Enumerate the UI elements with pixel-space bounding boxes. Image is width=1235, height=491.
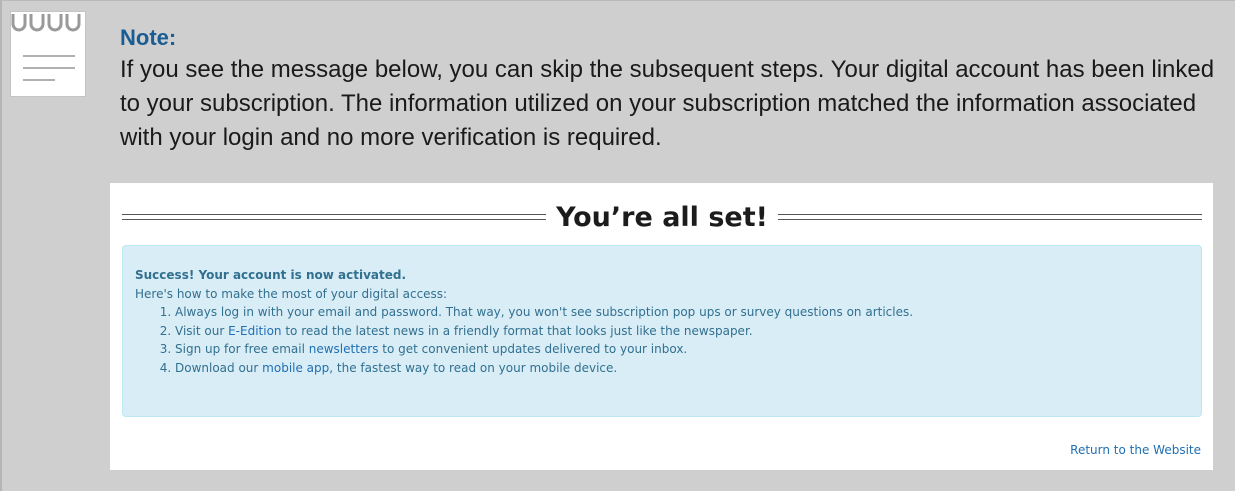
page-heading: You’re all set! [556, 201, 768, 233]
heading-row: You’re all set! [122, 197, 1202, 237]
tip-text: to read the latest news in a friendly fo… [281, 323, 753, 338]
tip-text: , the fastest way to read on your mobile… [329, 360, 618, 375]
heading-rule-left [122, 214, 547, 220]
tip-text: Always log in with your email and passwo… [175, 305, 914, 319]
e-edition-link[interactable]: E-Edition [228, 324, 281, 338]
newsletters-link[interactable]: newsletters [309, 342, 379, 356]
embedded-screenshot: You’re all set! Success! Your account is… [110, 183, 1213, 470]
tip-text: Sign up for free email [175, 342, 309, 356]
list-item: Download our mobile app, the fastest way… [175, 359, 1189, 378]
alert-intro: Here's how to make the most of your digi… [135, 286, 448, 301]
list-item: Sign up for free email newsletters to ge… [175, 340, 1189, 359]
success-alert: Success! Your account is now activated. … [122, 245, 1202, 417]
mobile-app-link[interactable]: mobile app [262, 361, 329, 375]
tip-text: Visit our [175, 323, 229, 338]
heading-rule-right [777, 214, 1202, 220]
tip-text: Download our [175, 360, 263, 375]
note-callout: Note: If you see the message below, you … [0, 0, 1235, 491]
note-paper-icon [10, 11, 86, 97]
list-item: Visit our E-Edition to read the latest n… [175, 322, 1189, 341]
note-title: Note: [120, 25, 177, 50]
note-text: If you see the message below, you can sk… [120, 56, 1215, 151]
alert-title: Success! Your account is now activated. [135, 268, 407, 282]
tips-list: Always log in with your email and passwo… [135, 303, 1189, 377]
return-to-website-link[interactable]: Return to the Website [1070, 443, 1201, 457]
tip-text: to get convenient updates delivered to y… [378, 342, 688, 356]
list-item: Always log in with your email and passwo… [175, 303, 1189, 322]
